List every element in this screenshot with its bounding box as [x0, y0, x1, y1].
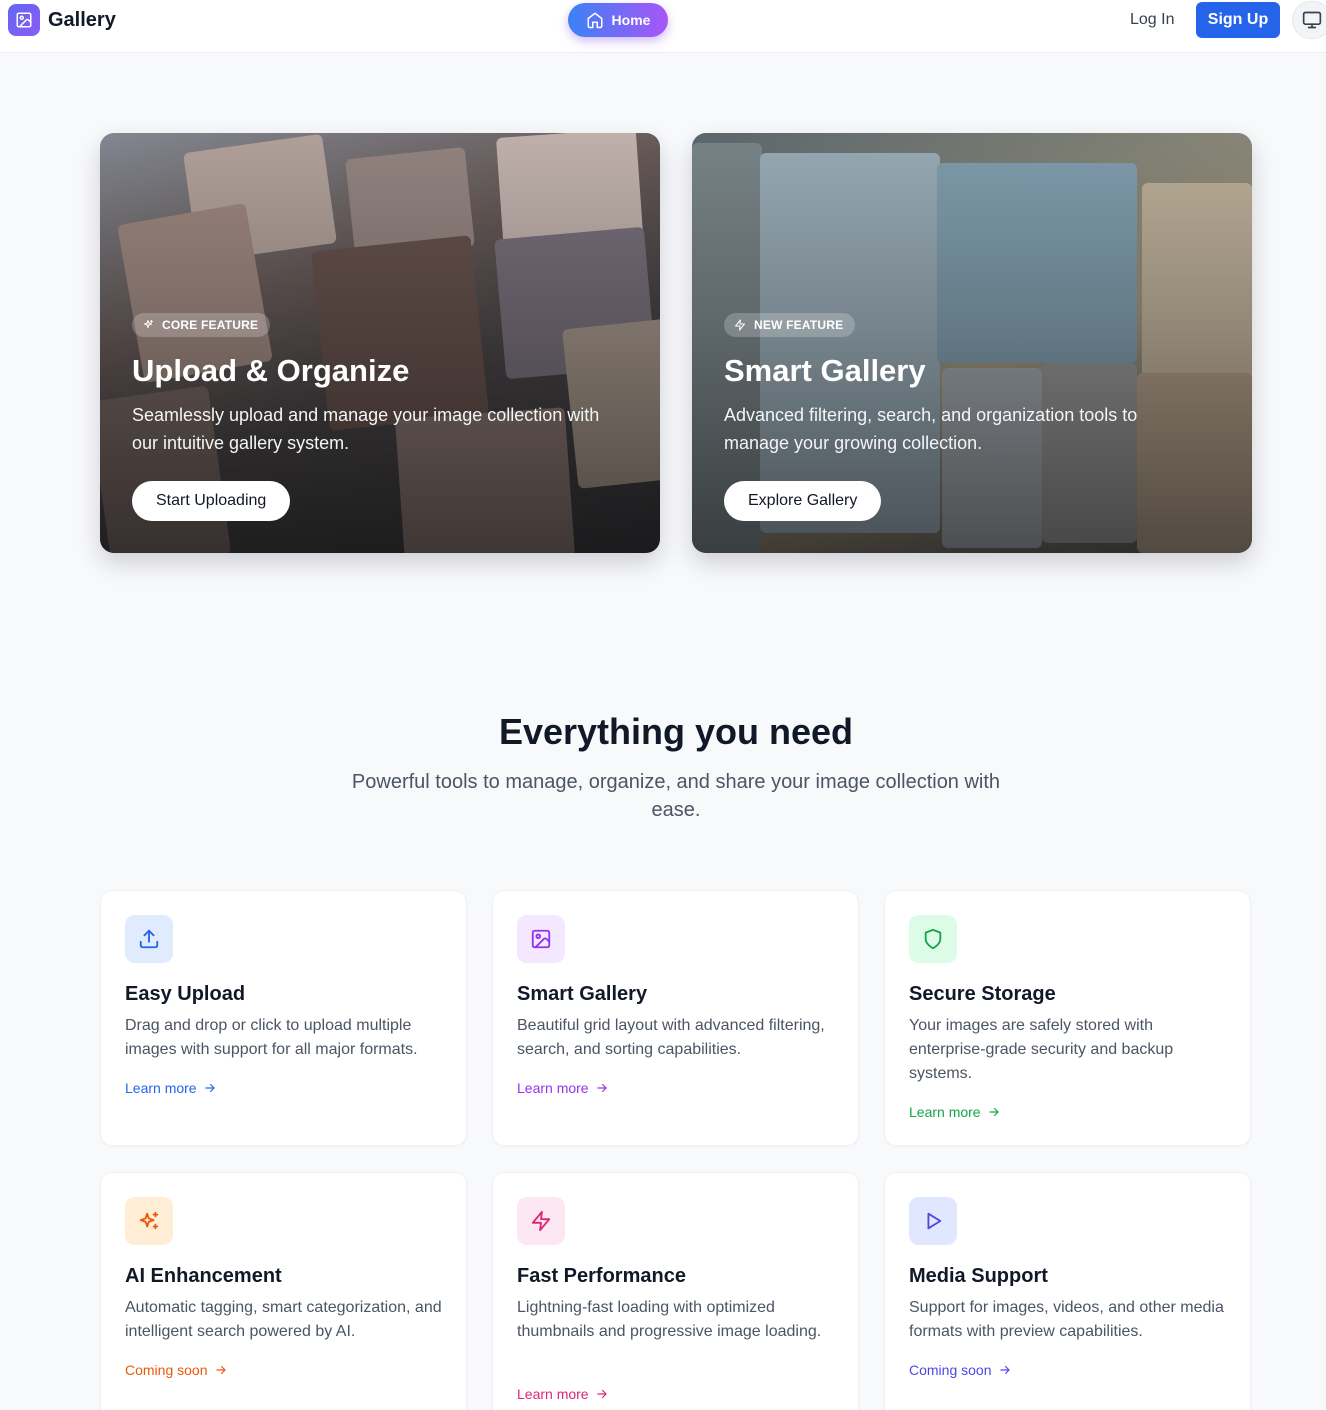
arrow-right-icon	[596, 1389, 607, 1399]
arrow-right-icon	[988, 1107, 999, 1117]
top-navbar: Gallery Home Log In Sign Up	[0, 0, 1326, 53]
shield-icon	[909, 915, 957, 963]
hero-description: Advanced filtering, search, and organiza…	[724, 405, 1138, 453]
feature-description: Lightning-fast loading with optimized th…	[517, 1299, 822, 1340]
feature-description: Your images are safely stored with enter…	[909, 1017, 1174, 1082]
nav-home-button[interactable]: Home	[568, 3, 668, 37]
feature-card-smart-gallery: Smart Gallery Beautiful grid layout with…	[492, 890, 859, 1146]
arrow-right-icon	[204, 1083, 215, 1093]
feature-card-fast-performance: Fast Performance Lightning-fast loading …	[492, 1172, 859, 1410]
hero-description: Seamlessly upload and manage your image …	[132, 405, 600, 453]
hero-title: Upload & Organize	[132, 353, 410, 388]
zap-icon	[735, 319, 745, 331]
start-uploading-button[interactable]: Start Uploading	[132, 481, 291, 521]
link-label: Learn more	[909, 1104, 981, 1120]
image-icon	[517, 915, 565, 963]
arrow-right-icon	[999, 1365, 1010, 1375]
feature-title: Fast Performance	[517, 1265, 686, 1287]
link-label: Learn more	[125, 1080, 197, 1096]
learn-more-link[interactable]: Learn more	[909, 1102, 1001, 1122]
brand-name[interactable]: Gallery	[48, 8, 116, 32]
upload-icon	[125, 915, 173, 963]
home-icon	[587, 12, 603, 29]
feature-description: Support for images, videos, and other me…	[909, 1299, 1224, 1340]
nav-home-label: Home	[611, 12, 651, 28]
play-icon	[909, 1197, 957, 1245]
feature-card-easy-upload: Easy Upload Drag and drop or click to up…	[100, 890, 467, 1146]
hero-card-gallery: NEW FEATURE Smart Gallery Advanced filte…	[692, 133, 1252, 553]
zap-icon	[517, 1197, 565, 1245]
link-label: Coming soon	[125, 1362, 208, 1378]
hero-badge-label: NEW FEATURE	[754, 318, 844, 332]
feature-card-secure-storage: Secure Storage Your images are safely st…	[884, 890, 1251, 1146]
gallery-logo-icon[interactable]	[8, 4, 40, 36]
feature-title: Smart Gallery	[517, 983, 648, 1005]
coming-soon-link[interactable]: Coming soon	[909, 1360, 1012, 1380]
feature-description: Automatic tagging, smart categorization,…	[125, 1299, 442, 1340]
feature-card-ai-enhancement: AI Enhancement Automatic tagging, smart …	[100, 1172, 467, 1410]
signup-button[interactable]: Sign Up	[1196, 2, 1280, 38]
coming-soon-link[interactable]: Coming soon	[125, 1360, 228, 1380]
arrow-right-icon	[215, 1365, 226, 1375]
explore-gallery-button[interactable]: Explore Gallery	[724, 481, 882, 521]
hero-card-upload: CORE FEATURE Upload & Organize Seamlessl…	[100, 133, 660, 553]
feature-title: Media Support	[909, 1265, 1048, 1287]
learn-more-link[interactable]: Learn more	[125, 1078, 217, 1098]
feature-card-media-support: Media Support Support for images, videos…	[884, 1172, 1251, 1410]
feature-title: AI Enhancement	[125, 1265, 282, 1287]
login-link[interactable]: Log In	[1122, 8, 1182, 32]
link-label: Coming soon	[909, 1362, 992, 1378]
feature-title: Secure Storage	[909, 983, 1056, 1005]
learn-more-link[interactable]: Learn more	[517, 1078, 609, 1098]
monitor-icon	[1302, 11, 1322, 29]
hero-badge-label: CORE FEATURE	[162, 318, 259, 332]
feature-title: Easy Upload	[125, 983, 246, 1005]
feature-description: Beautiful grid layout with advanced filt…	[517, 1017, 825, 1058]
sparkles-icon	[144, 320, 153, 328]
hero-badge-new: NEW FEATURE	[724, 313, 856, 337]
theme-toggle-button[interactable]	[1292, 1, 1326, 39]
section-subtitle: Powerful tools to manage, organize, and …	[351, 771, 1001, 821]
link-label: Learn more	[517, 1080, 589, 1096]
link-label: Learn more	[517, 1386, 589, 1402]
section-title: Everything you need	[498, 711, 854, 752]
hero-badge-core: CORE FEATURE	[132, 313, 271, 337]
feature-description: Drag and drop or click to upload multipl…	[125, 1017, 418, 1058]
hero-title: Smart Gallery	[724, 353, 926, 388]
arrow-right-icon	[596, 1083, 607, 1093]
learn-more-link[interactable]: Learn more	[517, 1384, 609, 1404]
sparkles-icon	[125, 1197, 173, 1245]
